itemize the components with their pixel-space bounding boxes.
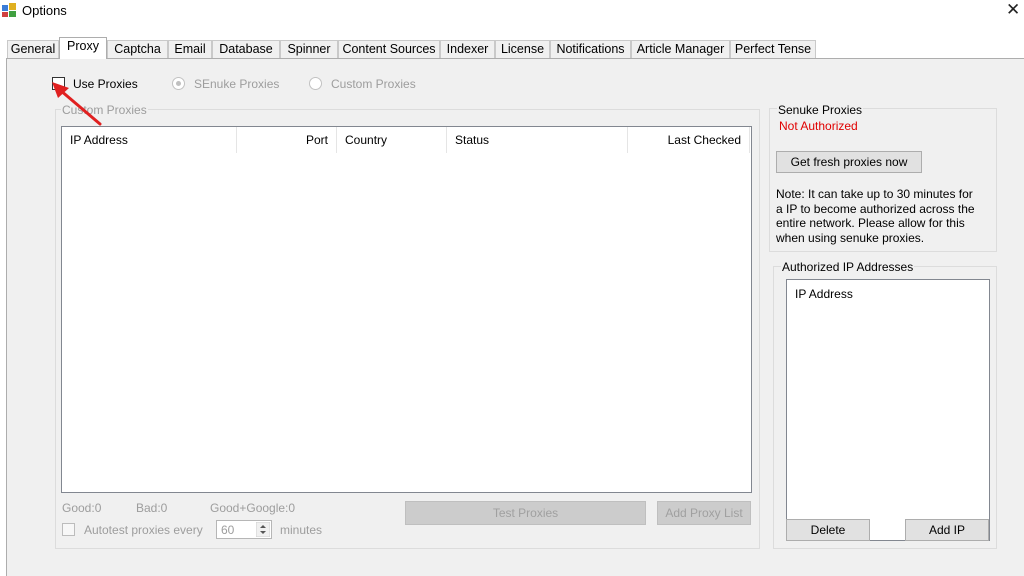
senuke-note-line: a IP to become authorized across the bbox=[776, 201, 975, 216]
tab-indexer[interactable]: Indexer bbox=[440, 40, 495, 58]
delete-ip-button[interactable]: Delete bbox=[786, 519, 870, 541]
proxy-list[interactable]: IP Address Port Country Status Last Chec… bbox=[61, 126, 752, 493]
tab-email[interactable]: Email bbox=[168, 40, 212, 58]
senuke-note-line: Note: It can take up to 30 minutes for bbox=[776, 187, 973, 201]
autotest-interval-value: 60 bbox=[221, 523, 235, 537]
red-arrow-annotation bbox=[52, 82, 102, 126]
authorized-ip-list[interactable]: IP Address bbox=[786, 279, 990, 541]
tab-general[interactable]: General bbox=[7, 40, 59, 58]
autotest-label: Autotest proxies every bbox=[84, 523, 203, 537]
tab-article-manager[interactable]: Article Manager bbox=[631, 40, 730, 58]
get-fresh-proxies-button[interactable]: Get fresh proxies now bbox=[776, 151, 922, 173]
test-proxies-button[interactable]: Test Proxies bbox=[405, 501, 646, 525]
tab-content-sources[interactable]: Content Sources bbox=[338, 40, 440, 58]
radio-selected-dot bbox=[176, 81, 181, 86]
custom-proxies-label: Custom Proxies bbox=[331, 77, 416, 91]
tab-license[interactable]: License bbox=[495, 40, 550, 58]
add-proxy-list-button[interactable]: Add Proxy List bbox=[657, 501, 751, 525]
senuke-group-title: Senuke Proxies bbox=[777, 103, 864, 117]
column-port[interactable]: Port bbox=[237, 127, 337, 153]
title-bar: Options ✕ bbox=[0, 0, 1024, 26]
senuke-note-line: when using senuke proxies. bbox=[776, 230, 925, 245]
tab-perfect-tense[interactable]: Perfect Tense bbox=[730, 40, 816, 58]
window-title: Options bbox=[22, 3, 67, 18]
senuke-proxies-radio[interactable] bbox=[172, 77, 185, 90]
tab-captcha[interactable]: Captcha bbox=[107, 40, 168, 58]
tab-notifications[interactable]: Notifications bbox=[550, 40, 631, 58]
authorized-ip-group-title: Authorized IP Addresses bbox=[781, 260, 915, 274]
good-count: Good:0 bbox=[62, 501, 102, 515]
senuke-proxies-label: SEnuke Proxies bbox=[194, 77, 280, 91]
senuke-status: Not Authorized bbox=[779, 119, 858, 133]
minutes-label: minutes bbox=[280, 523, 323, 537]
app-window-icon bbox=[2, 3, 16, 17]
custom-proxies-radio[interactable] bbox=[309, 77, 322, 90]
up-down-arrows-icon[interactable] bbox=[256, 522, 270, 537]
good-google-count: Good+Google:0 bbox=[210, 501, 296, 515]
senuke-note: Note: It can take up to 30 minutes for a… bbox=[776, 187, 994, 245]
column-ip-address[interactable]: IP Address bbox=[62, 127, 237, 153]
tab-spinner[interactable]: Spinner bbox=[280, 40, 338, 58]
column-last-checked[interactable]: Last Checked bbox=[628, 127, 750, 153]
authorized-ip-column: IP Address bbox=[795, 287, 853, 301]
tab-database[interactable]: Database bbox=[212, 40, 280, 58]
tab-proxy[interactable]: Proxy bbox=[59, 37, 107, 59]
senuke-note-line: entire network. Please allow for this bbox=[776, 216, 965, 230]
close-icon[interactable]: ✕ bbox=[1006, 0, 1020, 20]
column-country[interactable]: Country bbox=[337, 127, 447, 153]
autotest-checkbox[interactable] bbox=[62, 523, 75, 536]
add-ip-button[interactable]: Add IP bbox=[905, 519, 989, 541]
column-status[interactable]: Status bbox=[447, 127, 628, 153]
autotest-interval-stepper[interactable]: 60 bbox=[216, 520, 272, 539]
bad-count: Bad:0 bbox=[136, 501, 168, 515]
